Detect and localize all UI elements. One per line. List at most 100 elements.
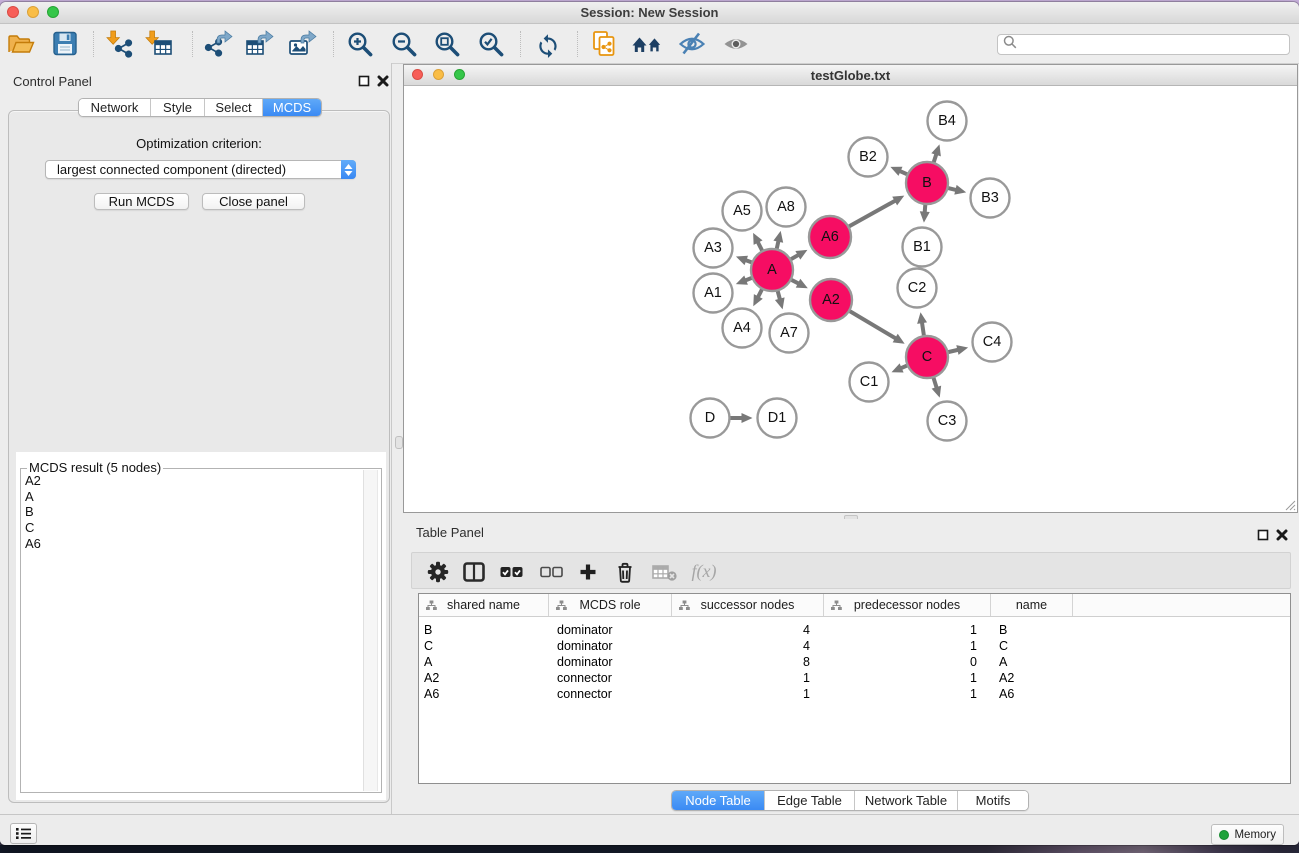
graph-node-B3[interactable]: B3 [971, 179, 1010, 218]
tab-select[interactable]: Select [205, 99, 263, 116]
float-panel-icon[interactable] [358, 74, 370, 86]
memory-status-icon [1219, 830, 1229, 840]
network-window-titlebar: testGlobe.txt [404, 65, 1297, 86]
table-close-panel-icon[interactable] [1276, 528, 1288, 540]
search-field[interactable] [997, 34, 1290, 55]
zoom-out-icon[interactable] [389, 29, 419, 59]
save-session-icon[interactable] [50, 29, 80, 59]
result-list-item[interactable]: A6 [25, 536, 364, 552]
memory-button[interactable]: Memory [1211, 824, 1284, 845]
graph-node-D[interactable]: D [691, 399, 730, 438]
zoom-selected-icon[interactable] [476, 29, 506, 59]
graph-node-B2[interactable]: B2 [849, 138, 888, 177]
show-all-networks-icon[interactable] [632, 29, 662, 59]
graph-node-D1[interactable]: D1 [758, 399, 797, 438]
column-header-MCDS-role[interactable]: MCDS role [549, 594, 672, 616]
svg-text:D1: D1 [768, 410, 787, 426]
graph-node-B1[interactable]: B1 [903, 228, 942, 267]
column-header-predecessor-nodes[interactable]: predecessor nodes [824, 594, 991, 616]
table-row[interactable]: Adominator80A [419, 654, 1290, 670]
close-panel-button[interactable]: Close panel [202, 193, 305, 210]
zoom-fit-icon[interactable] [432, 29, 462, 59]
import-network-icon[interactable] [105, 29, 135, 59]
control-panel-tabs: NetworkStyleSelectMCDS [78, 98, 322, 117]
window-title: Session: New Session [0, 2, 1299, 24]
resize-grip-icon[interactable] [1283, 498, 1296, 511]
status-bar: Memory [0, 814, 1299, 845]
table-row[interactable]: A2connector11A2 [419, 670, 1290, 686]
result-list-item[interactable]: B [25, 504, 364, 520]
svg-text:A: A [767, 262, 777, 278]
graph-node-A2[interactable]: A2 [810, 279, 852, 321]
tab-mcds[interactable]: MCDS [263, 99, 321, 116]
graph-node-C3[interactable]: C3 [928, 402, 967, 441]
table-cell: 1 [824, 670, 991, 686]
graph-node-A[interactable]: A [751, 249, 793, 291]
main-toolbar [0, 25, 1299, 64]
refresh-icon[interactable] [533, 29, 563, 59]
graph-node-A8[interactable]: A8 [767, 188, 806, 227]
delete-icon[interactable] [610, 553, 640, 590]
zoom-in-icon[interactable] [345, 29, 375, 59]
tab-network-table[interactable]: Network Table [855, 791, 958, 810]
graph-node-A4[interactable]: A4 [723, 309, 762, 348]
column-header-shared-name[interactable]: shared name [419, 594, 549, 616]
table-panel-title: Table Panel [416, 525, 484, 540]
add-icon[interactable] [573, 553, 603, 590]
criterion-value: largest connected component (directed) [57, 162, 286, 177]
graph-node-C1[interactable]: C1 [850, 363, 889, 402]
graph-node-C4[interactable]: C4 [973, 323, 1012, 362]
hide-details-icon[interactable] [677, 29, 707, 59]
graph-node-C[interactable]: C [906, 336, 948, 378]
criterion-dropdown[interactable]: largest connected component (directed) [45, 160, 356, 179]
tab-motifs[interactable]: Motifs [958, 791, 1028, 810]
network-canvas[interactable]: B4 B2 B B3 A5A8A6 A3 B1 A A1 C2 A2 A4 A7 C4 C C1 C3 D D1 [404, 87, 1297, 511]
table-float-panel-icon[interactable] [1257, 528, 1269, 540]
tab-style[interactable]: Style [151, 99, 205, 116]
result-list-item[interactable]: C [25, 520, 364, 536]
table-row[interactable]: A6connector11A6 [419, 686, 1290, 702]
mcds-result-list[interactable]: A2ABCA6 [22, 473, 364, 791]
tab-network[interactable]: Network [79, 99, 151, 116]
table-row[interactable]: Cdominator41C [419, 638, 1290, 654]
graph-node-A6[interactable]: A6 [809, 216, 851, 258]
graph-node-A7[interactable]: A7 [770, 314, 809, 353]
graph-node-C2[interactable]: C2 [898, 269, 937, 308]
result-list-scrollbar[interactable] [363, 470, 378, 791]
mcds-tab-content: Optimization criterion: largest connecte… [8, 110, 390, 803]
run-mcds-button[interactable]: Run MCDS [94, 193, 189, 210]
svg-text:A3: A3 [704, 240, 722, 256]
control-panel-title: Control Panel [13, 74, 92, 89]
show-panels-button[interactable] [10, 823, 37, 844]
table-cell: A6 [991, 686, 1073, 702]
table-cell: A2 [419, 670, 549, 686]
clone-network-icon[interactable] [589, 29, 619, 59]
export-network-icon[interactable] [204, 29, 234, 59]
column-header-name[interactable]: name [991, 594, 1073, 616]
svg-text:C3: C3 [938, 413, 957, 429]
result-list-item[interactable]: A2 [25, 473, 364, 489]
table-row[interactable]: Bdominator41B [419, 622, 1290, 638]
settings-icon[interactable] [423, 553, 453, 590]
export-table-icon[interactable] [245, 29, 275, 59]
tab-node-table[interactable]: Node Table [672, 791, 765, 810]
tab-edge-table[interactable]: Edge Table [765, 791, 855, 810]
graph-node-B[interactable]: B [906, 162, 948, 204]
graph-node-A5[interactable]: A5 [723, 192, 762, 231]
table-cell: C [991, 638, 1073, 654]
close-panel-icon[interactable] [377, 74, 389, 86]
export-image-icon[interactable] [288, 29, 318, 59]
graph-node-A3[interactable]: A3 [694, 229, 733, 268]
graph-node-A1[interactable]: A1 [694, 274, 733, 313]
import-table-icon[interactable] [144, 29, 174, 59]
split-columns-icon[interactable] [459, 553, 489, 590]
vertical-splitter-handle[interactable] [395, 436, 403, 449]
select-all-checks-icon[interactable] [496, 553, 526, 590]
graph-node-B4[interactable]: B4 [928, 102, 967, 141]
show-details-icon[interactable] [721, 29, 751, 59]
clear-all-checks-icon[interactable] [536, 553, 566, 590]
column-header-successor-nodes[interactable]: successor nodes [672, 594, 824, 616]
open-session-icon[interactable] [6, 29, 36, 59]
svg-text:A7: A7 [780, 325, 798, 341]
result-list-item[interactable]: A [25, 489, 364, 505]
